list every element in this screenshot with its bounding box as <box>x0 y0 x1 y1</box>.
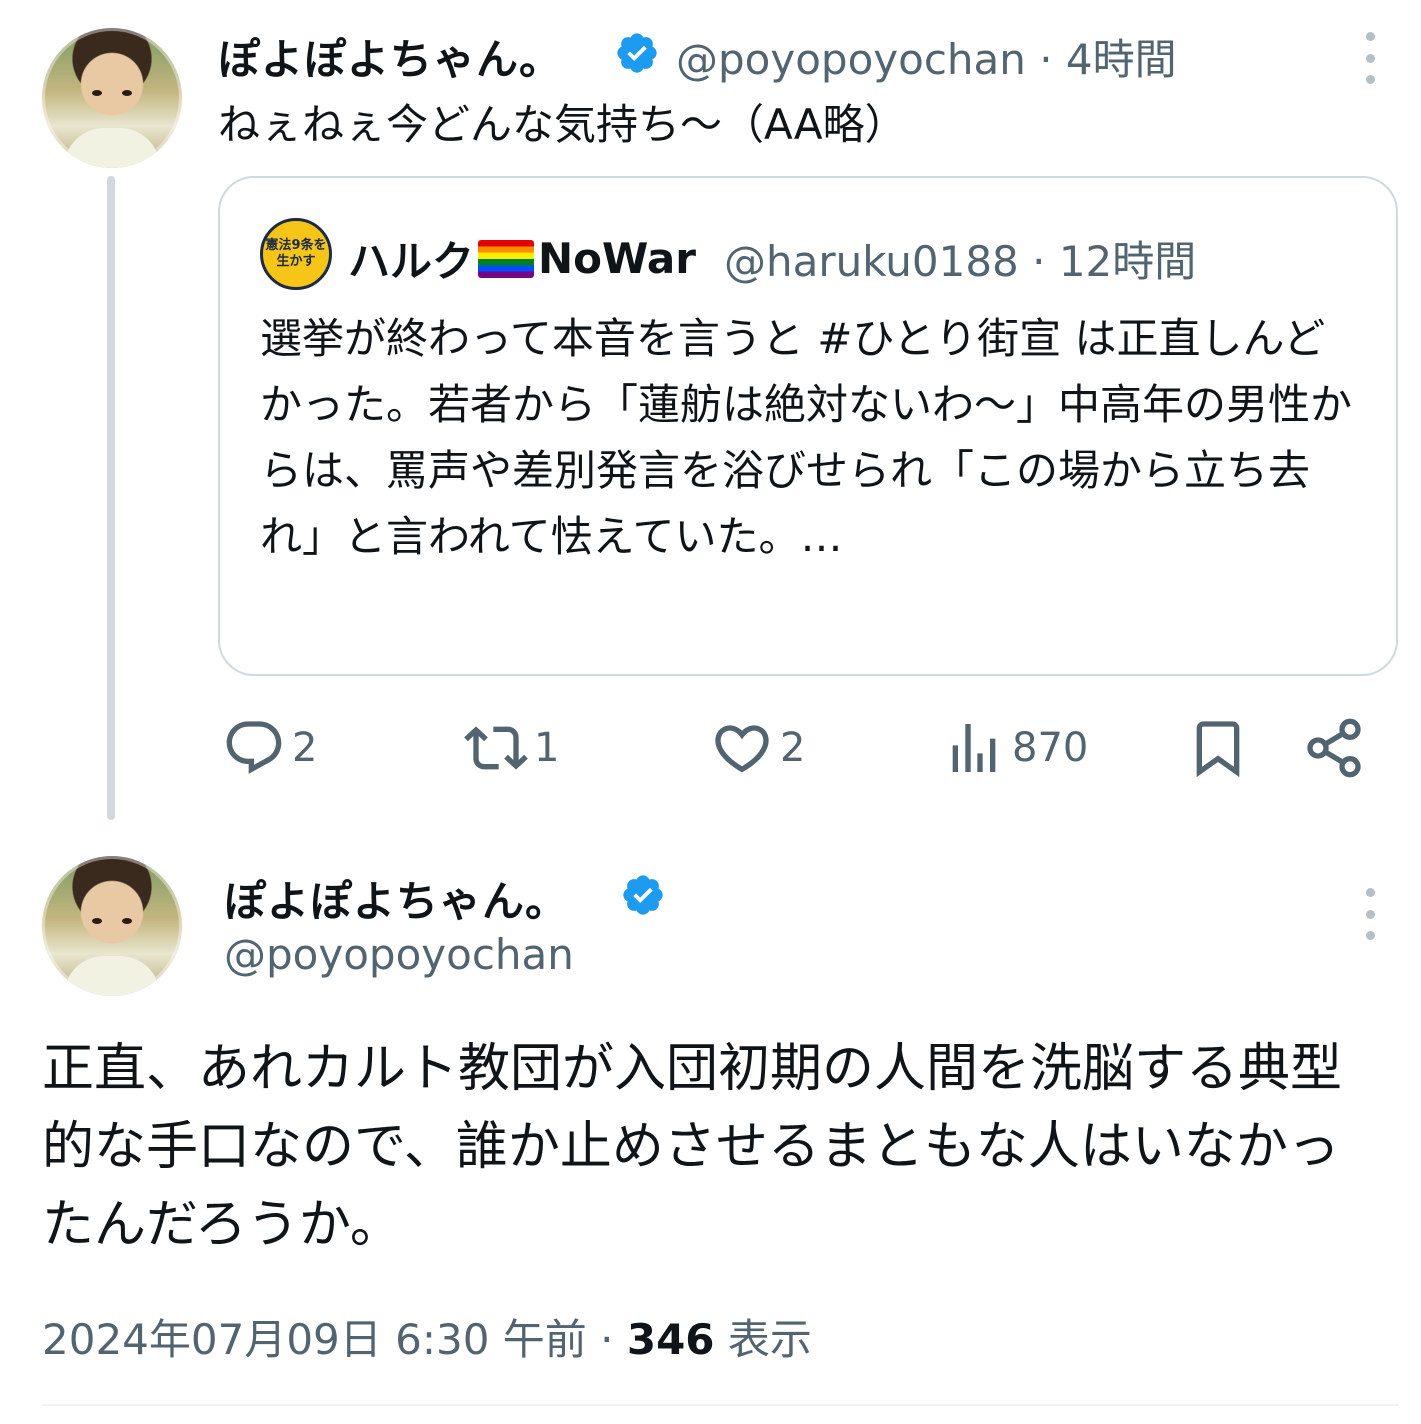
quoted-name-suffix: NoWar <box>538 234 696 283</box>
thread-line <box>107 176 115 820</box>
more-icon[interactable] <box>1360 888 1380 940</box>
quoted-handle-time: @haruku0188 · 12時間 <box>724 237 1197 286</box>
reply-count: 2 <box>292 725 318 771</box>
quoted-tweet-text: 選挙が終わって本音を言うと #ひとり街宣 は正直しんどかった。若者から「蓮舫は絶… <box>260 314 1353 561</box>
quoted-tweet-card[interactable]: 憲法9条を生かす ハルク NoWar @haruku0188 · 12時間 選挙… <box>218 176 1398 676</box>
author-name[interactable]: ぽよぽよちゃん。 <box>218 26 562 87</box>
like-icon <box>715 725 769 773</box>
quoted-name-prefix: ハルク <box>348 237 475 286</box>
author-handle-time[interactable]: @poyopoyochan · 4時間 <box>676 26 1177 87</box>
tweet-text: ねぇねぇ今どんな気持ち～（AA略） <box>218 100 907 149</box>
timestamp[interactable]: 2024年07月09日 6:30 午前 <box>42 1315 587 1364</box>
retweet-icon <box>464 726 528 770</box>
verified-badge-icon <box>617 33 657 73</box>
avatar[interactable] <box>42 28 182 168</box>
share-icon <box>1307 718 1361 778</box>
bookmark-button[interactable] <box>1186 712 1250 784</box>
author-handle[interactable]: @poyopoyochan <box>224 930 574 979</box>
quoted-avatar-text: 憲法9条を生かす <box>265 238 327 269</box>
bookmark-icon <box>1196 721 1240 778</box>
divider <box>42 1404 1399 1406</box>
views-count: 870 <box>1012 725 1089 771</box>
avatar[interactable] <box>42 856 182 996</box>
author-name[interactable]: ぽよぽよちゃん。 <box>224 868 568 929</box>
views-icon <box>952 724 996 772</box>
rainbow-flag-icon <box>478 239 535 278</box>
views-number: 346 <box>626 1315 715 1364</box>
tweet-footer: 2024年07月09日 6:30 午前 · 346 表示 <box>42 1306 812 1367</box>
tweet-text: 正直、あれカルト教団が入団初期の人間を洗脳する典型的な手口なので、誰か止めさせる… <box>42 1039 1343 1255</box>
quoted-avatar[interactable]: 憲法9条を生かす <box>260 218 332 290</box>
separator: · <box>600 1315 627 1364</box>
like-count: 2 <box>780 725 806 771</box>
reply-icon <box>226 721 282 774</box>
views-label: 表示 <box>727 1315 812 1364</box>
views-button[interactable]: 870 <box>942 712 1088 784</box>
share-button[interactable] <box>1302 712 1366 784</box>
action-bar: 2 1 2 870 <box>222 712 1372 784</box>
quoted-author-name: ハルク NoWar <box>348 228 696 289</box>
retweet-button[interactable]: 1 <box>464 712 559 784</box>
more-icon[interactable] <box>1360 32 1380 84</box>
like-button[interactable]: 2 <box>710 712 805 784</box>
verified-badge-icon <box>623 875 663 915</box>
reply-button[interactable]: 2 <box>222 712 317 784</box>
retweet-count: 1 <box>534 725 560 771</box>
